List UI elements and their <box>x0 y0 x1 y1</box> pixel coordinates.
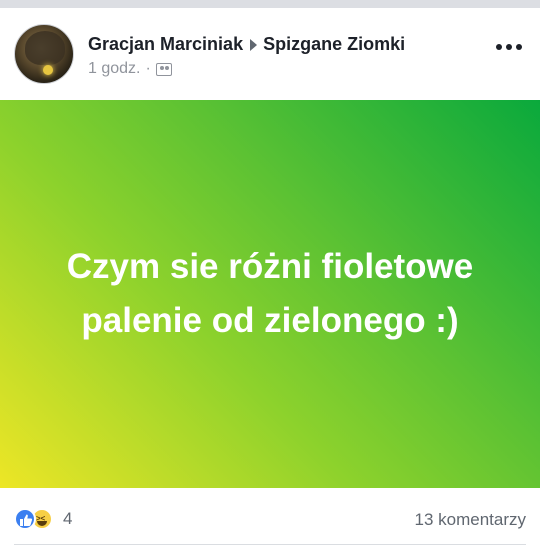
post-footer: >< 4 13 komentarzy <box>0 488 540 546</box>
comments-count-link[interactable]: 13 komentarzy <box>415 510 527 530</box>
group-name[interactable]: Spizgane Ziomki <box>263 34 405 55</box>
post-timestamp[interactable]: 1 godz. <box>88 60 140 78</box>
meta-separator: · <box>145 60 151 77</box>
author-group-line: Gracjan Marciniak Spizgane Ziomki <box>88 34 405 55</box>
avatar-hair <box>25 31 65 65</box>
like-icon <box>14 508 36 530</box>
author-avatar[interactable] <box>14 24 74 84</box>
footer-divider <box>14 544 526 545</box>
more-dot <box>516 44 522 50</box>
post-meta: 1 godz. · <box>88 60 172 78</box>
post-text: Czym sie różni fioletowe palenie od ziel… <box>66 247 474 340</box>
haha-mouth <box>37 521 47 526</box>
more-dot <box>506 44 512 50</box>
post-background[interactable]: Czym sie różni fioletowe palenie od ziel… <box>0 100 540 488</box>
author-name[interactable]: Gracjan Marciniak <box>88 34 243 55</box>
group-icon <box>155 62 172 76</box>
reactions-summary[interactable]: >< 4 <box>14 508 72 530</box>
avatar-highlight <box>43 65 53 75</box>
more-options-button[interactable] <box>496 44 522 50</box>
top-divider-bar <box>0 0 540 8</box>
arrow-right-icon <box>250 38 258 51</box>
reaction-count: 4 <box>63 509 73 528</box>
post-header: Gracjan Marciniak Spizgane Ziomki 1 godz… <box>0 8 540 100</box>
post-card: Gracjan Marciniak Spizgane Ziomki 1 godz… <box>0 8 540 546</box>
more-dots-icon <box>496 44 502 50</box>
